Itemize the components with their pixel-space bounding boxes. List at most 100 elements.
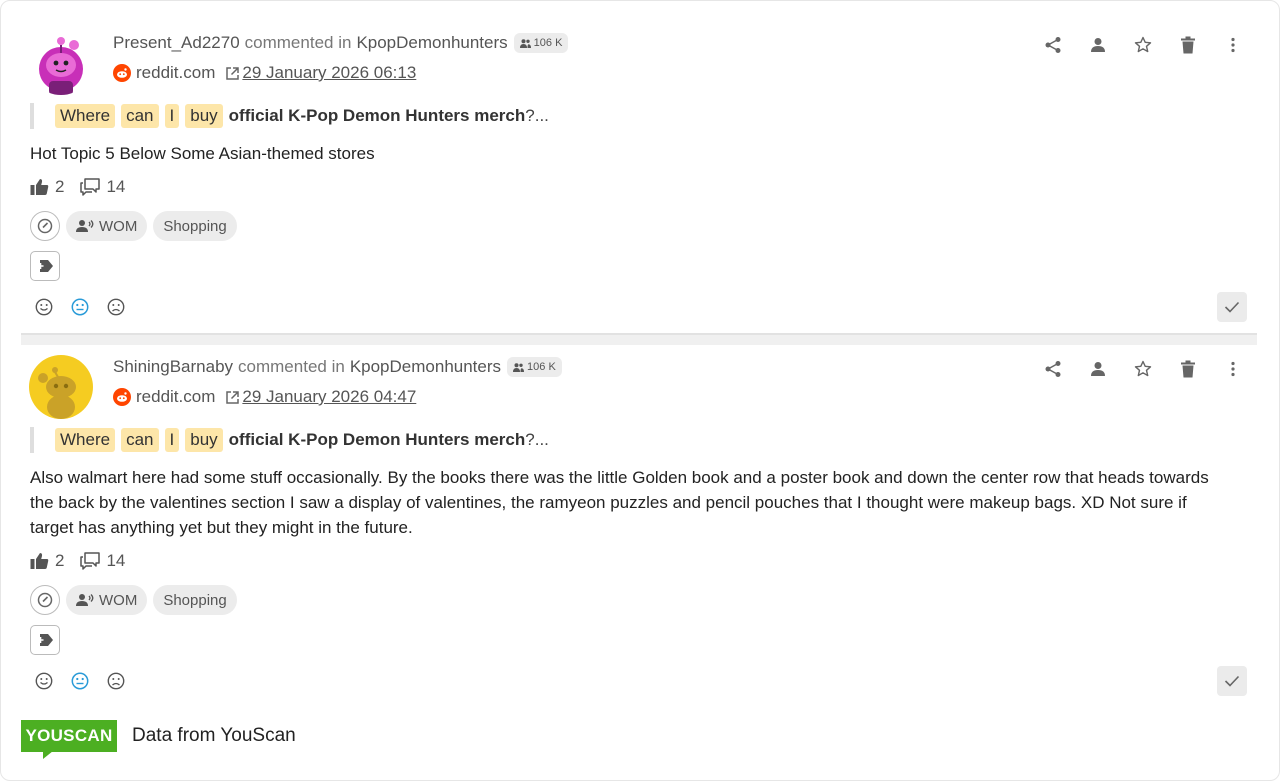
- mention-card: Present_Ad2270 commented in KpopDemonhun…: [21, 21, 1257, 333]
- quote-title: official K-Pop Demon Hunters merch: [228, 106, 526, 125]
- comments-icon: [80, 552, 101, 570]
- highlighted-word: Where: [55, 104, 116, 128]
- gauge-icon: [37, 592, 53, 608]
- quote-ellipsis: ?...: [525, 430, 549, 449]
- post-stats: 2 14: [30, 177, 141, 197]
- author-name[interactable]: ShiningBarnaby: [113, 357, 233, 377]
- post-actions: [1043, 359, 1243, 379]
- post-text: Also walmart here had some stuff occasio…: [30, 468, 1209, 537]
- neutral-sentiment-icon[interactable]: [71, 298, 89, 316]
- positive-sentiment-icon[interactable]: [35, 298, 53, 316]
- auto-category-button[interactable]: [30, 211, 60, 241]
- highlighted-word: Where: [55, 428, 116, 452]
- likes-count: 2: [55, 177, 65, 196]
- likes-stat: 2: [30, 551, 64, 571]
- card-divider: [21, 333, 1257, 345]
- quote-title: official K-Pop Demon Hunters merch: [228, 430, 526, 449]
- speaking-person-icon: [76, 594, 94, 606]
- add-tag-icon: [37, 634, 53, 646]
- attribution-footer: YOUSCAN Data from YouScan: [21, 720, 296, 759]
- snoo-yellow-avatar-icon: [29, 355, 93, 419]
- author-profile-icon[interactable]: [1088, 35, 1108, 55]
- comments-stat: 14: [80, 551, 125, 571]
- negative-sentiment-icon[interactable]: [107, 298, 125, 316]
- thumbs-up-icon: [30, 553, 49, 569]
- add-tag-button[interactable]: [30, 625, 60, 655]
- positive-sentiment-icon[interactable]: [35, 672, 53, 690]
- post-quote: Where can I buy official K-Pop Demon Hun…: [30, 103, 549, 129]
- likes-stat: 2: [30, 177, 64, 197]
- post-date-link[interactable]: 29 January 2026 04:47: [242, 387, 416, 407]
- post-text: Hot Topic 5 Below Some Asian-themed stor…: [30, 144, 375, 163]
- share-icon[interactable]: [1043, 35, 1063, 55]
- action-text: commented in: [244, 33, 352, 52]
- auto-category-button[interactable]: [30, 585, 60, 615]
- add-tag-icon: [37, 260, 53, 272]
- logo-tail: [43, 751, 53, 759]
- source-line: reddit.com 29 January 2026 04:47: [113, 387, 416, 407]
- post-date-link[interactable]: 29 January 2026 06:13: [242, 63, 416, 83]
- mark-processed-button[interactable]: [1217, 292, 1247, 322]
- audience-badge: 106 K: [513, 33, 569, 53]
- external-link-icon[interactable]: [225, 66, 240, 81]
- comments-stat: 14: [80, 177, 125, 197]
- comments-icon: [80, 178, 101, 196]
- tag-chip[interactable]: WOM: [66, 211, 148, 241]
- tag-label: Shopping: [163, 591, 227, 609]
- add-tag-button[interactable]: [30, 251, 60, 281]
- tag-label: Shopping: [163, 217, 227, 235]
- people-icon: [519, 38, 531, 48]
- comments-count: 14: [106, 551, 126, 570]
- post-stats: 2 14: [30, 551, 141, 571]
- neutral-sentiment-icon[interactable]: [71, 672, 89, 690]
- negative-sentiment-icon[interactable]: [107, 672, 125, 690]
- mentions-feed: Present_Ad2270 commented in KpopDemonhun…: [21, 21, 1257, 703]
- quote-ellipsis: ?...: [525, 106, 549, 125]
- author-avatar[interactable]: [29, 31, 93, 95]
- source-name[interactable]: reddit.com: [136, 387, 215, 407]
- mention-card: ShiningBarnaby commented in KpopDemonhun…: [21, 345, 1257, 703]
- delete-icon[interactable]: [1178, 359, 1198, 379]
- author-line: ShiningBarnaby commented in KpopDemonhun…: [113, 357, 562, 377]
- author-name[interactable]: Present_Ad2270: [113, 33, 240, 53]
- more-menu-icon[interactable]: [1223, 35, 1243, 55]
- highlighted-word: I: [164, 428, 180, 452]
- reddit-icon: [113, 64, 131, 82]
- mark-processed-button[interactable]: [1217, 666, 1247, 696]
- sentiment-selector: [35, 672, 125, 690]
- highlighted-word: buy: [185, 428, 223, 452]
- thumbs-up-icon: [30, 179, 49, 195]
- gauge-icon: [37, 218, 53, 234]
- delete-icon[interactable]: [1178, 35, 1198, 55]
- post-quote: Where can I buy official K-Pop Demon Hun…: [30, 427, 549, 453]
- speaking-person-icon: [76, 220, 94, 232]
- people-icon: [513, 362, 525, 372]
- highlighted-word: I: [164, 104, 180, 128]
- external-link-icon[interactable]: [225, 390, 240, 405]
- highlighted-word: can: [121, 428, 159, 452]
- highlighted-word: buy: [185, 104, 223, 128]
- youscan-logo: YOUSCAN: [21, 720, 117, 759]
- post-tags: WOM Shopping: [30, 211, 237, 241]
- tag-chip[interactable]: Shopping: [153, 211, 237, 241]
- logo-text: YOUSCAN: [25, 726, 113, 745]
- source-line: reddit.com 29 January 2026 06:13: [113, 63, 416, 83]
- share-icon[interactable]: [1043, 359, 1063, 379]
- post-actions: [1043, 35, 1243, 55]
- star-icon[interactable]: [1133, 359, 1153, 379]
- post-tags: WOM Shopping: [30, 585, 237, 615]
- community-name[interactable]: KpopDemonhunters: [356, 33, 507, 53]
- checkmark-icon: [1224, 675, 1240, 687]
- reddit-icon: [113, 388, 131, 406]
- author-profile-icon[interactable]: [1088, 359, 1108, 379]
- author-avatar[interactable]: [29, 355, 93, 419]
- community-name[interactable]: KpopDemonhunters: [350, 357, 501, 377]
- snoo-pink-avatar-icon: [29, 31, 93, 95]
- tag-chip[interactable]: Shopping: [153, 585, 237, 615]
- star-icon[interactable]: [1133, 35, 1153, 55]
- more-menu-icon[interactable]: [1223, 359, 1243, 379]
- audience-count: 106 K: [533, 37, 563, 49]
- audience-badge: 106 K: [507, 357, 562, 377]
- source-name[interactable]: reddit.com: [136, 63, 215, 83]
- tag-chip[interactable]: WOM: [66, 585, 148, 615]
